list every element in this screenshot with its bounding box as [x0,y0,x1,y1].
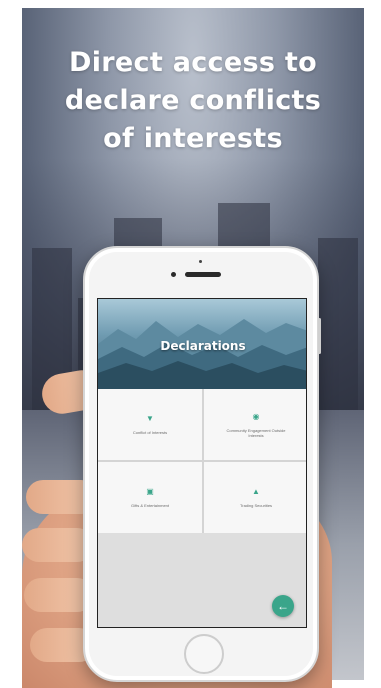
tile-trading-securities[interactable]: ▲ Trading Securities [204,462,306,533]
home-button[interactable] [184,634,224,674]
people-icon: ◉ [252,411,260,421]
promo-headline: Direct access to declare conflicts of in… [22,44,364,158]
header-banner: Declarations [98,299,306,389]
shield-icon: ▼ [146,414,154,423]
tile-label: Conflict of Interests [132,430,168,435]
tile-conflict-of-interests[interactable]: ▼ Conflict of Interests [98,389,202,460]
side-button [318,318,321,354]
headline-line-3: of interests [103,123,283,154]
declarations-grid: ▼ Conflict of Interests ◉ Community Enga… [98,389,306,533]
gift-icon: ▣ [146,487,154,496]
front-camera-icon [171,272,176,277]
chart-icon: ▲ [252,487,260,496]
tile-community-engagement[interactable]: ◉ Community Engagement Outside Interests [204,389,306,460]
page-title: Declarations [160,339,246,353]
back-arrow-icon: ← [277,599,289,613]
back-button[interactable]: ← [272,595,294,617]
tile-label: Gifts & Entertainment [130,503,169,508]
headline-line-2: declare conflicts [64,85,322,116]
tile-label: Community Engagement Outside Interests [226,427,286,438]
phone-sensor [199,260,202,263]
phone-device: Declarations ▼ Conflict of Interests ◉ C… [83,246,321,682]
earpiece-speaker [185,272,221,277]
app-screen: Declarations ▼ Conflict of Interests ◉ C… [97,298,307,628]
tile-gifts-entertainment[interactable]: ▣ Gifts & Entertainment [98,462,202,533]
headline-line-1: Direct access to [69,47,317,78]
tile-label: Trading Securities [239,503,273,508]
